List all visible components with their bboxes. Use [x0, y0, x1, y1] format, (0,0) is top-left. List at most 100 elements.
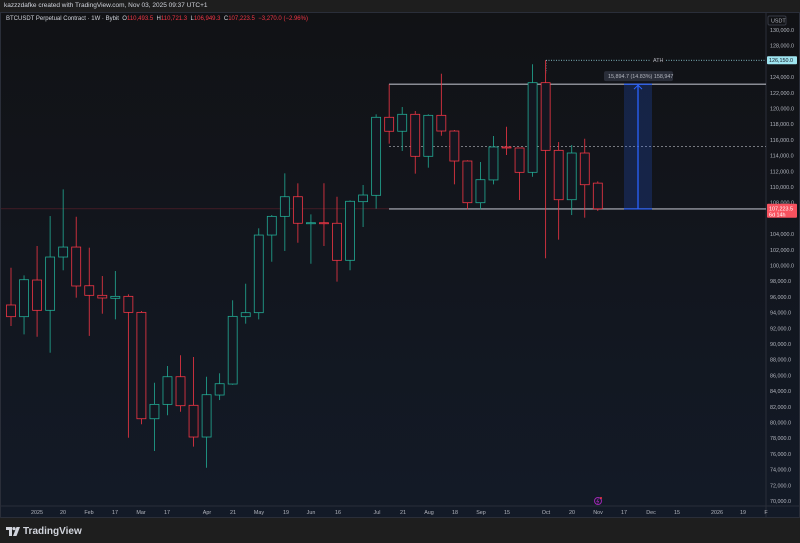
candle-body: [423, 114, 434, 157]
candle: [397, 107, 408, 151]
candle-body: [527, 82, 538, 173]
time-tick-label: 16: [335, 510, 341, 516]
candle-body: [345, 200, 355, 261]
price-tick-label: 90,000.0: [770, 342, 791, 348]
price-tick-label: 72,000.0: [770, 483, 791, 489]
time-tick-label: Oct: [542, 510, 551, 516]
candle-body: [488, 146, 499, 181]
time-tick-label: 19: [740, 510, 746, 516]
candle-body: [162, 376, 173, 405]
price-tick-label: 112,000.0: [770, 169, 794, 175]
open-value: 110,493.5: [126, 16, 154, 22]
time-tick-label: 17: [112, 510, 118, 516]
price-tick-label: 96,000.0: [770, 295, 791, 301]
candle-body: [475, 179, 486, 204]
tradingview-logo[interactable]: TradingView: [6, 526, 82, 537]
candle: [423, 114, 434, 168]
candle: [553, 142, 564, 240]
time-tick-label: 2026: [711, 510, 723, 516]
price-tick-label: 74,000.0: [770, 468, 791, 474]
brand-name: TradingView: [23, 526, 82, 537]
candlestick-chart[interactable]: 130,000.0 128,000.0 124,000.0 122,000.0 120,…: [1, 13, 800, 518]
candle-body: [462, 160, 473, 204]
candle-body: [19, 279, 29, 318]
time-tick-label: F: [764, 510, 768, 516]
ath-label: ATH: [653, 58, 663, 64]
candle-body: [319, 222, 329, 225]
candle-body: [136, 311, 147, 420]
candle-body: [371, 116, 382, 196]
time-tick-label: Aug: [424, 510, 434, 516]
price-tick-label: 110,000.0: [770, 185, 794, 191]
candle: [475, 162, 486, 210]
candle: [449, 130, 460, 185]
price-tick-label: 124,000.0: [770, 75, 794, 81]
candle-body: [253, 234, 264, 314]
candle: [32, 246, 42, 337]
candle-body: [32, 279, 42, 311]
time-tick-label: Mar: [136, 510, 145, 516]
price-tick-label: 98,000.0: [770, 279, 791, 285]
price-tick-label: 92,000.0: [770, 326, 791, 332]
time-tick-label: Jun: [307, 510, 316, 516]
candle: [253, 228, 264, 320]
candle: [279, 173, 290, 251]
candle-body: [384, 116, 395, 132]
price-tick-label: 128,000.0: [770, 44, 794, 50]
candle: [319, 183, 329, 247]
time-tick-label: 17: [164, 510, 170, 516]
price-tick-label: 88,000.0: [770, 358, 791, 364]
candle-body: [123, 295, 134, 313]
candle-body: [514, 147, 525, 173]
price-tick-label: 118,000.0: [770, 122, 794, 128]
candle: [6, 267, 16, 327]
time-tick-label: 15: [504, 510, 510, 516]
candle-body: [201, 394, 212, 438]
time-tick-label: 15: [674, 510, 680, 516]
candle-body: [501, 146, 512, 149]
candle: [162, 366, 173, 416]
candle-body: [240, 312, 251, 318]
candle-body: [579, 152, 590, 186]
lightning-bolt: [596, 498, 600, 504]
candle: [527, 64, 538, 177]
price-tick-label: 114,000.0: [770, 154, 794, 160]
candle-body: [292, 196, 303, 224]
price-tick-label: 116,000.0: [770, 138, 794, 144]
candle: [384, 84, 395, 144]
candle-body: [553, 149, 564, 201]
candle-body: [214, 383, 225, 396]
price-tick-label: 76,000.0: [770, 452, 791, 458]
symbol-legend: BTCUSDT Perpetual Contract · 1W · Bybit …: [6, 16, 308, 22]
high-value: 110,721.3: [160, 16, 188, 22]
candle-body: [332, 222, 342, 261]
time-tick-label: Feb: [84, 510, 93, 516]
candle: [45, 216, 56, 353]
candle-body: [6, 304, 16, 318]
symbol-title[interactable]: BTCUSDT Perpetual Contract · 1W · Bybit: [6, 16, 119, 22]
time-tick-label: 17: [621, 510, 627, 516]
candle: [292, 183, 303, 243]
candle: [540, 60, 551, 259]
time-tick-label: 20: [569, 510, 575, 516]
chart-pane[interactable]: 130,000.0 128,000.0 124,000.0 122,000.0 120,…: [0, 12, 800, 518]
candle-body: [58, 246, 69, 258]
candle-body: [149, 403, 160, 420]
ath-price-label: 126,150.0: [769, 58, 793, 64]
time-tick-label: 19: [283, 510, 289, 516]
time-tick-label: 2025: [31, 510, 43, 516]
candle: [436, 73, 447, 136]
candle-body: [227, 315, 238, 385]
candle: [462, 160, 473, 210]
candle-body: [279, 196, 290, 217]
price-tick-label: 104,000.0: [770, 232, 794, 238]
time-tick-label: May: [254, 510, 264, 516]
candle-body: [566, 152, 577, 201]
candle: [488, 135, 499, 185]
candle: [110, 270, 121, 320]
close-value: 107,223.5: [228, 16, 255, 22]
candle-body: [84, 285, 95, 296]
candle: [371, 114, 382, 209]
candle-body: [188, 404, 199, 438]
candle: [514, 147, 525, 201]
